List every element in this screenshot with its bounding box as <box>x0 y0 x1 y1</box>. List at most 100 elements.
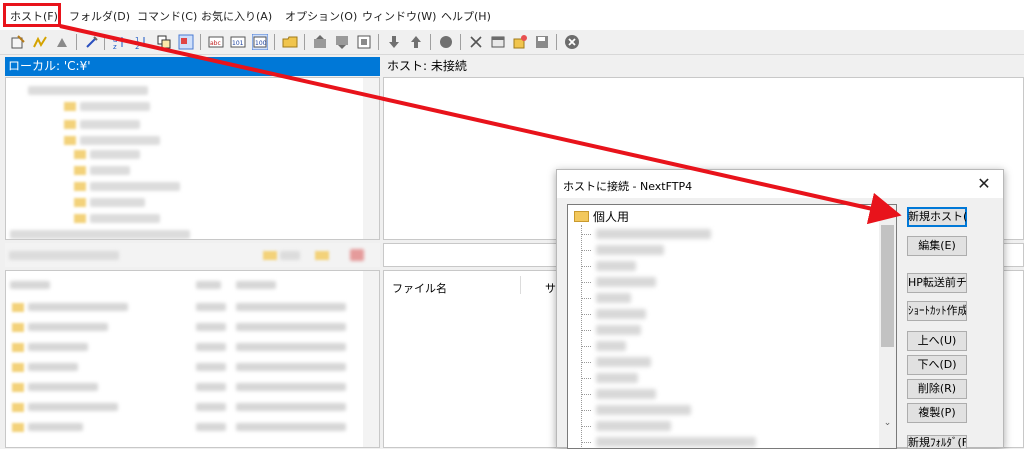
folder-icon <box>574 211 589 222</box>
menu-bar: ホスト(F) フォルダ(D) コマンド(C) お気に入り(A) オプション(O)… <box>0 0 1024 30</box>
window-icon[interactable] <box>490 34 506 50</box>
blurred-item <box>196 303 226 311</box>
up-arrow-icon[interactable] <box>408 34 424 50</box>
scroll-up-icon[interactable]: ▲ <box>879 205 896 222</box>
tree-root-label: 個人用 <box>593 210 630 224</box>
scroll-thumb[interactable] <box>881 225 894 347</box>
scrollbar[interactable] <box>363 271 379 447</box>
blurred-item <box>596 373 638 383</box>
column-divider[interactable] <box>520 276 521 294</box>
folder-icon <box>74 182 86 191</box>
tree-root-personal[interactable]: 個人用 <box>574 209 629 225</box>
blurred-item <box>196 383 226 391</box>
cut-icon[interactable] <box>468 34 484 50</box>
duplicate-button[interactable]: 複製(P) <box>907 403 967 423</box>
blurred-item <box>596 261 636 271</box>
move-down-button[interactable]: 下へ(D) <box>907 355 967 375</box>
blurred-item <box>28 403 118 411</box>
blurred-item <box>196 423 226 431</box>
blurred-item <box>596 341 626 351</box>
new-host-button[interactable]: 新規ホスト(N) <box>907 207 967 227</box>
local-folder-tree[interactable] <box>5 77 380 240</box>
edit-icon[interactable] <box>84 34 100 50</box>
blurred-item <box>28 423 83 431</box>
new-folder-button[interactable]: 新規ﾌｫﾙﾀﾞ(F) <box>907 435 967 449</box>
delete-icon[interactable] <box>350 249 364 261</box>
host-tree[interactable]: 個人用 ▲ ⌄ <box>567 204 897 449</box>
hp-check-button[interactable]: HP転送前チェック <box>907 273 967 293</box>
view-icon[interactable] <box>178 34 194 50</box>
blurred-item <box>236 303 346 311</box>
dialog-scrollbar[interactable]: ▲ ⌄ <box>879 205 896 448</box>
local-path-bar[interactable] <box>5 243 380 267</box>
folder-icon <box>64 120 76 129</box>
binary-icon[interactable]: 101 <box>230 34 246 50</box>
auto-mode-icon[interactable]: 100 <box>252 34 268 50</box>
folder-icon[interactable] <box>315 251 329 260</box>
blurred-item <box>596 245 664 255</box>
disconnect-icon[interactable] <box>54 34 70 50</box>
stop-icon[interactable] <box>564 34 580 50</box>
blurred-item <box>236 343 346 351</box>
folder-icon <box>74 214 86 223</box>
sort-asc-icon[interactable]: az <box>112 34 128 50</box>
blurred-item <box>596 325 641 335</box>
circle-icon[interactable] <box>438 34 454 50</box>
toolbar: az 12 abc 101 100 <box>0 30 1024 55</box>
svg-text:100: 100 <box>255 40 267 47</box>
sort-desc-icon[interactable]: 12 <box>134 34 150 50</box>
open-folder-icon[interactable] <box>282 34 298 50</box>
menu-favorites[interactable]: お気に入り(A) <box>201 9 272 25</box>
text-icon[interactable]: abc <box>208 34 224 50</box>
folder-icon <box>74 150 86 159</box>
save-icon[interactable] <box>534 34 550 50</box>
blurred-item <box>196 281 221 289</box>
svg-text:z: z <box>113 43 117 50</box>
blurred-item <box>236 423 346 431</box>
menu-help[interactable]: ヘルプ(H) <box>441 9 491 25</box>
blurred-item <box>280 251 300 260</box>
folder-icon <box>74 166 86 175</box>
quick-connect-icon[interactable] <box>32 34 48 50</box>
move-up-button[interactable]: 上へ(U) <box>907 331 967 351</box>
highlight-box <box>3 3 61 27</box>
blurred-item <box>196 323 226 331</box>
edit-button[interactable]: 編集(E) <box>907 236 967 256</box>
close-icon[interactable]: ✕ <box>973 173 995 195</box>
folder-icon <box>12 343 24 352</box>
folder-icon <box>12 323 24 332</box>
column-filename[interactable]: ファイル名 <box>392 280 447 296</box>
blurred-item <box>236 363 346 371</box>
upload-icon[interactable] <box>312 34 328 50</box>
menu-folder[interactable]: フォルダ(D) <box>69 9 130 25</box>
blurred-item <box>596 437 756 447</box>
new-icon[interactable] <box>512 34 528 50</box>
blurred-item <box>596 309 646 319</box>
copy-icon[interactable] <box>156 34 172 50</box>
blurred-item <box>28 383 98 391</box>
blurred-item <box>596 229 711 239</box>
connect-icon[interactable] <box>10 34 26 50</box>
down-arrow-icon[interactable] <box>386 34 402 50</box>
blurred-item <box>596 405 691 415</box>
folder-up-icon[interactable] <box>263 251 277 260</box>
menu-window[interactable]: ウィンドウ(W) <box>362 9 436 25</box>
blurred-item <box>236 323 346 331</box>
refresh-icon[interactable] <box>356 34 372 50</box>
folder-icon <box>64 102 76 111</box>
blurred-item <box>596 277 656 287</box>
menu-options[interactable]: オプション(O) <box>285 9 357 25</box>
svg-text:2: 2 <box>135 43 139 50</box>
blurred-item <box>28 86 148 95</box>
local-file-list[interactable] <box>5 270 380 448</box>
column-size[interactable]: サ <box>545 280 556 296</box>
menu-command[interactable]: コマンド(C) <box>137 9 197 25</box>
delete-button[interactable]: 削除(R) <box>907 379 967 399</box>
chevron-down-icon[interactable]: ⌄ <box>879 415 896 432</box>
scrollbar[interactable] <box>363 78 379 239</box>
shortcut-button[interactable]: ｼｮｰﾄｶｯﾄ作成 <box>907 301 967 321</box>
dialog-titlebar: ホストに接続 - NextFTP4 ✕ <box>557 170 1003 198</box>
download-icon[interactable] <box>334 34 350 50</box>
blurred-item <box>90 198 145 207</box>
blurred-item <box>596 389 656 399</box>
